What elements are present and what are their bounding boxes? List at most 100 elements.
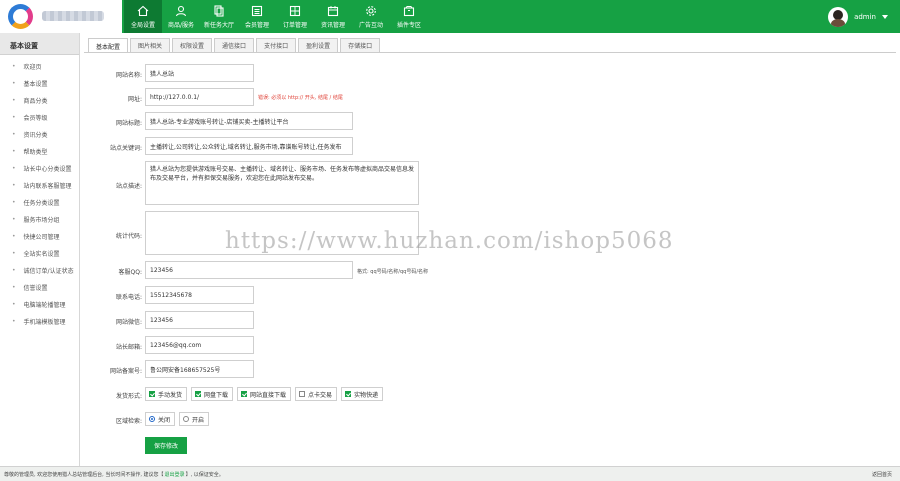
phone-input[interactable]: 15512345678 bbox=[145, 286, 254, 304]
sidebar-item-label: 电脑端轮播管理 bbox=[23, 302, 66, 309]
bullet-icon: • bbox=[12, 318, 16, 325]
tab-payment[interactable]: 支付接口 bbox=[256, 38, 297, 52]
sidebar-item-label: 服务市场分组 bbox=[23, 217, 60, 224]
watermark: https://www.huzhan.com/ishop5068 bbox=[225, 228, 674, 254]
tab-messaging[interactable]: 通信接口 bbox=[214, 38, 255, 52]
bullet-icon: • bbox=[12, 284, 16, 291]
footer-status: 尊敬的管理员, 欢迎您使用猎人总站管理后台, 当长时间不操作, 建议您【 退出登… bbox=[0, 466, 900, 481]
user-menu[interactable]: admin bbox=[828, 0, 888, 33]
tab-profit[interactable]: 盈利设置 bbox=[298, 38, 339, 52]
nav-label: 全局设置 bbox=[130, 21, 155, 29]
sidebar-item-mobile-templates[interactable]: • 手机端模板管理 bbox=[0, 313, 79, 330]
nav-label: 会员管理 bbox=[244, 21, 269, 29]
sidebar-item-basic-settings[interactable]: • 基本设置 bbox=[0, 75, 79, 92]
sidebar-item-label: 资讯分类 bbox=[23, 132, 48, 139]
tab-images[interactable]: 图片相关 bbox=[130, 38, 171, 52]
footer-text-before: 尊敬的管理员, 欢迎您使用猎人总站管理后台, 当长时间不操作, 建议您【 bbox=[4, 471, 164, 478]
save-button[interactable]: 保存修改 bbox=[145, 437, 188, 454]
nav-ads[interactable]: 广告互动 bbox=[352, 0, 390, 33]
sidebar-item-welcome[interactable]: • 欢迎页 bbox=[0, 58, 79, 75]
row-description: 站点描述: 猎人总站为您提供游戏账号交易、主播转让、域名转让、服务市场、任务发布… bbox=[84, 161, 884, 207]
nav-label: 资讯管理 bbox=[320, 21, 345, 29]
release-option-direct-download[interactable]: 网站直接下载 bbox=[237, 387, 292, 401]
sidebar-item-webmaster-categories[interactable]: • 站长中心分类设置 bbox=[0, 160, 79, 177]
sidebar-item-courier-companies[interactable]: • 快捷公司管理 bbox=[0, 228, 79, 245]
settings-tabs: 基本配置 图片相关 权限设置 通信接口 支付接口 盈利设置 存储接口 bbox=[88, 38, 382, 53]
sidebar-item-label: 帮助类型 bbox=[23, 149, 48, 156]
bullet-icon: • bbox=[12, 97, 16, 104]
release-option-courier[interactable]: 实物快递 bbox=[341, 387, 384, 401]
tab-basic-config[interactable]: 基本配置 bbox=[88, 38, 129, 53]
nav-plugins[interactable]: 插件专区 bbox=[390, 0, 428, 33]
copy-icon bbox=[214, 4, 224, 17]
option-label: 手动发货 bbox=[158, 391, 183, 399]
nav-orders[interactable]: 订单管理 bbox=[276, 0, 314, 33]
option-label: 关闭 bbox=[158, 416, 171, 424]
row-icp: 网站备案号: 鲁公网安备168657525号 bbox=[84, 360, 884, 380]
release-option-card[interactable]: 点卡交易 bbox=[295, 387, 338, 401]
release-mode-label: 发货形式: bbox=[115, 393, 142, 400]
nav-products[interactable]: 商品/服务 bbox=[162, 0, 200, 33]
description-textarea[interactable]: 猎人总站为您提供游戏账号交易、主播转让、域名转让、服务市场、任务发布等虚拟商品交… bbox=[145, 161, 419, 205]
top-nav: 全局设置 商品/服务 新任务大厅 会员管理 订单管理 资讯管理 广告互动 插件专… bbox=[124, 0, 428, 33]
release-option-manual[interactable]: 手动发货 bbox=[145, 387, 188, 401]
description-label: 站点描述: bbox=[115, 183, 142, 190]
row-qq: 客服QQ: 123456 格式: qq号码/名称/qq号码/名称 bbox=[84, 261, 884, 281]
sidebar-item-label: 快捷公司管理 bbox=[23, 234, 60, 241]
sidebar-item-pc-carousel[interactable]: • 电脑端轮播管理 bbox=[0, 296, 79, 313]
site-title-input[interactable]: 猎人总站-专业游戏账号转让-店铺买卖-主播转让平台 bbox=[145, 112, 353, 130]
back-home-link[interactable]: 返回首页 bbox=[872, 471, 892, 478]
nav-label: 插件专区 bbox=[396, 21, 421, 29]
sidebar-item-help-types[interactable]: • 帮助类型 bbox=[0, 143, 79, 160]
bullet-icon: • bbox=[12, 199, 16, 206]
sidebar-item-service-groups[interactable]: • 服务市场分组 bbox=[0, 211, 79, 228]
sidebar-item-label: 任务分类设置 bbox=[23, 200, 60, 207]
bullet-icon: • bbox=[12, 165, 16, 172]
nav-label: 订单管理 bbox=[282, 21, 307, 29]
sidebar-item-label: 手机端模板管理 bbox=[23, 319, 66, 326]
release-mode-options: 手动发货 网盘下载 网站直接下载 点卡交易 实物快递 bbox=[145, 387, 387, 401]
site-title-label: 网站标题: bbox=[115, 120, 142, 127]
release-option-netdisk[interactable]: 网盘下载 bbox=[191, 387, 234, 401]
nav-news[interactable]: 资讯管理 bbox=[314, 0, 352, 33]
sidebar-item-news-categories[interactable]: • 资讯分类 bbox=[0, 126, 79, 143]
sidebar-item-order-status[interactable]: • 诚信订单/认证状态 bbox=[0, 262, 79, 279]
nav-members[interactable]: 会员管理 bbox=[238, 0, 276, 33]
avatar bbox=[828, 6, 849, 27]
row-email: 站长邮箱: 123456@qq.com bbox=[84, 336, 884, 356]
checkbox-checked-icon bbox=[195, 391, 202, 397]
site-url-hint: 错误: 必须以 http:// 开头, 结尾 / 结尾 bbox=[258, 95, 343, 101]
nav-global-settings[interactable]: 全局设置 bbox=[124, 0, 162, 33]
email-input[interactable]: 123456@qq.com bbox=[145, 336, 254, 354]
sidebar-item-label: 会员等级 bbox=[23, 115, 48, 122]
keywords-input[interactable]: 主播转让,公司转让,公众转让,域名转让,服务市场,靠谱账号转让,任务发布 bbox=[145, 137, 353, 155]
bullet-icon: • bbox=[12, 250, 16, 257]
sidebar-item-product-categories[interactable]: • 商品分类 bbox=[0, 92, 79, 109]
sidebar-item-realname-settings[interactable]: • 全站实名设置 bbox=[0, 245, 79, 262]
tab-permissions[interactable]: 权限设置 bbox=[172, 38, 213, 52]
user-name: admin bbox=[854, 12, 876, 21]
logo[interactable] bbox=[0, 0, 122, 33]
tab-storage[interactable]: 存储接口 bbox=[340, 38, 381, 52]
row-region: 区域检索: 关闭 开启 bbox=[84, 412, 884, 432]
region-option-off[interactable]: 关闭 bbox=[145, 412, 176, 426]
region-option-on[interactable]: 开启 bbox=[179, 412, 210, 426]
sidebar-item-reputation[interactable]: • 信誉设置 bbox=[0, 279, 79, 296]
option-label: 开启 bbox=[192, 416, 205, 424]
row-save: 保存修改 bbox=[84, 437, 884, 457]
sidebar-item-member-levels[interactable]: • 会员等级 bbox=[0, 109, 79, 126]
qq-input[interactable]: 123456 bbox=[145, 261, 353, 279]
sidebar-item-task-categories[interactable]: • 任务分类设置 bbox=[0, 194, 79, 211]
package-icon bbox=[403, 5, 415, 16]
nav-task-hall[interactable]: 新任务大厅 bbox=[200, 0, 238, 33]
site-name-input[interactable]: 猎人总站 bbox=[145, 64, 254, 82]
wechat-input[interactable]: 123456 bbox=[145, 311, 254, 329]
icp-input[interactable]: 鲁公网安备168657525号 bbox=[145, 360, 254, 378]
row-site-url: 网址: http://127.0.0.1/ 错误: 必须以 http:// 开头… bbox=[84, 88, 884, 108]
sidebar-item-support-management[interactable]: • 站内联系客服管理 bbox=[0, 177, 79, 194]
logout-link[interactable]: 退出登录 bbox=[165, 471, 185, 478]
app-logo-c-icon bbox=[8, 4, 33, 29]
option-label: 点卡交易 bbox=[308, 391, 333, 399]
site-url-input[interactable]: http://127.0.0.1/ bbox=[145, 88, 254, 106]
bullet-icon: • bbox=[12, 233, 16, 240]
